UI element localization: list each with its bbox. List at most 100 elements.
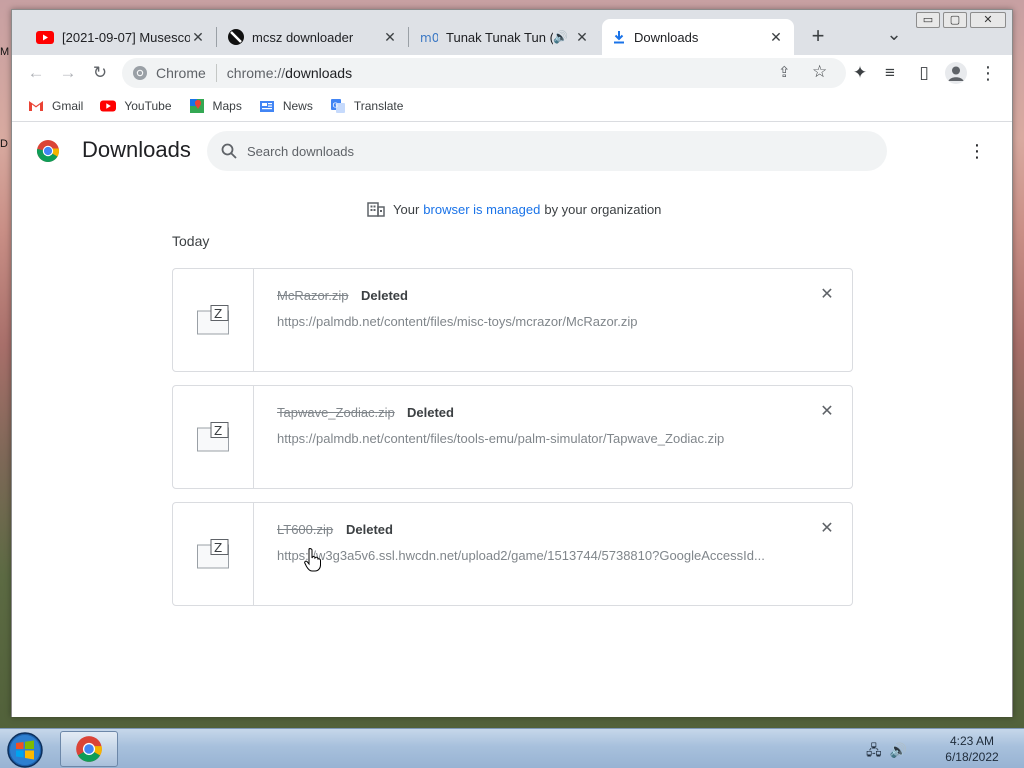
tab-title: Tunak Tunak Tun (De: [446, 29, 553, 45]
bookmark-maps[interactable]: Maps: [189, 98, 242, 114]
hand-cursor-icon: [304, 548, 321, 572]
tab-title: [2021-09-07] Musescore: [62, 29, 190, 45]
gmail-icon: [29, 100, 43, 111]
file-url[interactable]: https://w3g3a5v6.ssl.hwcdn.net/upload2/g…: [277, 548, 777, 563]
svg-text:G: G: [332, 101, 337, 109]
download-item: Z LT600.zip Deleted https://w3g3a5v6.ssl…: [172, 502, 853, 606]
zip-file-icon: Z: [197, 305, 229, 335]
taskbar: 🖧 🔊 4:23 AM 6/18/2022: [0, 728, 1024, 768]
svg-text:Z: Z: [214, 541, 222, 555]
file-name[interactable]: McRazor.zip: [277, 288, 349, 303]
download-icon: [614, 31, 624, 44]
tab-mcsz-downloader[interactable]: mcsz downloader ✕: [218, 19, 408, 55]
tab-close-icon[interactable]: ✕: [382, 29, 398, 46]
close-window-button[interactable]: ✕: [970, 12, 1006, 28]
network-icon[interactable]: 🖧: [866, 742, 882, 758]
bookmark-translate[interactable]: G Translate: [330, 98, 403, 114]
zip-file-icon: Z: [197, 539, 229, 569]
section-label-today: Today: [172, 233, 210, 249]
remove-item-icon[interactable]: ✕: [817, 285, 837, 305]
svg-text:m0: m0: [420, 31, 438, 44]
building-icon: [367, 202, 385, 217]
chrome-icon: [76, 736, 102, 762]
maximize-button[interactable]: ▢: [943, 12, 967, 28]
site-chip: Chrome: [156, 65, 206, 81]
chrome-logo-icon: [36, 140, 60, 162]
no-sign-icon: [228, 29, 244, 45]
desktop-edge-text: M: [0, 46, 10, 58]
bookmark-star-icon[interactable]: ☆: [812, 62, 827, 82]
file-url[interactable]: https://palmdb.net/content/files/misc-to…: [277, 314, 777, 329]
clock-date: 6/18/2022: [945, 750, 999, 764]
page-title: Downloads: [82, 137, 191, 162]
youtube-icon: [36, 30, 54, 44]
search-downloads[interactable]: [207, 131, 887, 171]
bookmark-youtube[interactable]: YouTube: [100, 98, 172, 114]
news-icon: [259, 100, 274, 112]
toolbar: ← → ↻ Chrome chrome://downloads ⇪ ☆ ✦ ≡ …: [12, 55, 1012, 90]
address-bar[interactable]: Chrome chrome://downloads ⇪ ☆: [122, 58, 846, 88]
maps-icon: [189, 98, 204, 113]
reload-button[interactable]: ↻: [88, 61, 112, 85]
person-icon: [948, 66, 964, 81]
downloads-menu-icon[interactable]: ⋮: [967, 139, 987, 163]
svg-text:Z: Z: [214, 424, 222, 438]
translate-icon: G: [330, 98, 345, 113]
downloads-header: Downloads ⋮: [12, 123, 1012, 179]
taskbar-clock[interactable]: 4:23 AM 6/18/2022: [930, 733, 1014, 765]
new-tab-button[interactable]: +: [806, 24, 830, 48]
volume-icon[interactable]: 🔊: [890, 742, 907, 758]
extensions-icon[interactable]: ✦: [848, 61, 872, 85]
remove-item-icon[interactable]: ✕: [817, 519, 837, 539]
download-item: Z McRazor.zip Deleted https://palmdb.net…: [172, 268, 853, 372]
media-control-icon[interactable]: ≡: [878, 61, 902, 85]
chrome-icon: [133, 66, 147, 80]
managed-prefix: Your: [393, 201, 420, 217]
profile-avatar[interactable]: [945, 62, 967, 84]
tab-strip: ▭ ▢ ✕ [2021-09-07] Musescore ✕ mcsz down…: [12, 10, 1012, 55]
tab-close-icon[interactable]: ✕: [190, 29, 206, 46]
tab-close-icon[interactable]: ✕: [768, 29, 784, 46]
status-badge: Deleted: [346, 522, 393, 537]
zip-file-icon: Z: [197, 422, 229, 452]
tab-musescore[interactable]: [2021-09-07] Musescore ✕: [26, 19, 216, 55]
tab-search-button[interactable]: ⌄: [884, 24, 904, 48]
bookmark-gmail[interactable]: Gmail: [28, 98, 83, 114]
browser-menu-icon[interactable]: ⋮: [976, 61, 1000, 85]
tab-close-icon[interactable]: ✕: [574, 29, 590, 46]
tab-tunak-tunak-tun[interactable]: m0 Tunak Tunak Tun (De 🔊 ✕: [410, 19, 600, 55]
start-button-icon[interactable]: [6, 731, 44, 768]
forward-button[interactable]: →: [56, 61, 80, 85]
back-button[interactable]: ←: [24, 61, 48, 85]
managed-link[interactable]: browser is managed: [423, 202, 540, 217]
mo-icon: m0: [420, 31, 438, 44]
youtube-icon: [100, 100, 117, 111]
file-url[interactable]: https://palmdb.net/content/files/tools-e…: [277, 431, 777, 446]
tab-title: Downloads: [634, 29, 699, 45]
share-icon[interactable]: ⇪: [778, 63, 791, 81]
downloads-page: Downloads ⋮ Your browser is managed by y…: [12, 123, 1012, 717]
side-panel-icon[interactable]: ▯: [912, 61, 936, 85]
svg-text:Z: Z: [214, 307, 222, 321]
file-name[interactable]: LT600.zip: [277, 522, 333, 537]
status-badge: Deleted: [361, 288, 408, 303]
search-input[interactable]: [247, 143, 847, 159]
taskbar-chrome-button[interactable]: [60, 731, 118, 767]
tab-title: mcsz downloader: [252, 29, 354, 45]
url-path: downloads: [285, 65, 353, 81]
browser-window: ▭ ▢ ✕ [2021-09-07] Musescore ✕ mcsz down…: [11, 9, 1013, 717]
speaker-icon[interactable]: 🔊: [553, 30, 568, 44]
search-icon: [221, 143, 237, 159]
clock-time: 4:23 AM: [949, 734, 995, 748]
bookmarks-bar: Gmail YouTube Maps News G Translate: [12, 90, 1012, 122]
remove-item-icon[interactable]: ✕: [817, 402, 837, 422]
download-item: Z Tapwave_Zodiac.zip Deleted https://pal…: [172, 385, 853, 489]
minimize-button[interactable]: ▭: [916, 12, 940, 28]
url-scheme: chrome://: [226, 65, 286, 81]
managed-suffix: by your organization: [544, 201, 662, 217]
status-badge: Deleted: [407, 405, 454, 420]
file-name[interactable]: Tapwave_Zodiac.zip: [277, 405, 395, 420]
tab-downloads[interactable]: Downloads ✕: [602, 19, 794, 55]
managed-notice: Your browser is managed by your organiza…: [367, 201, 661, 217]
bookmark-news[interactable]: News: [259, 98, 313, 114]
